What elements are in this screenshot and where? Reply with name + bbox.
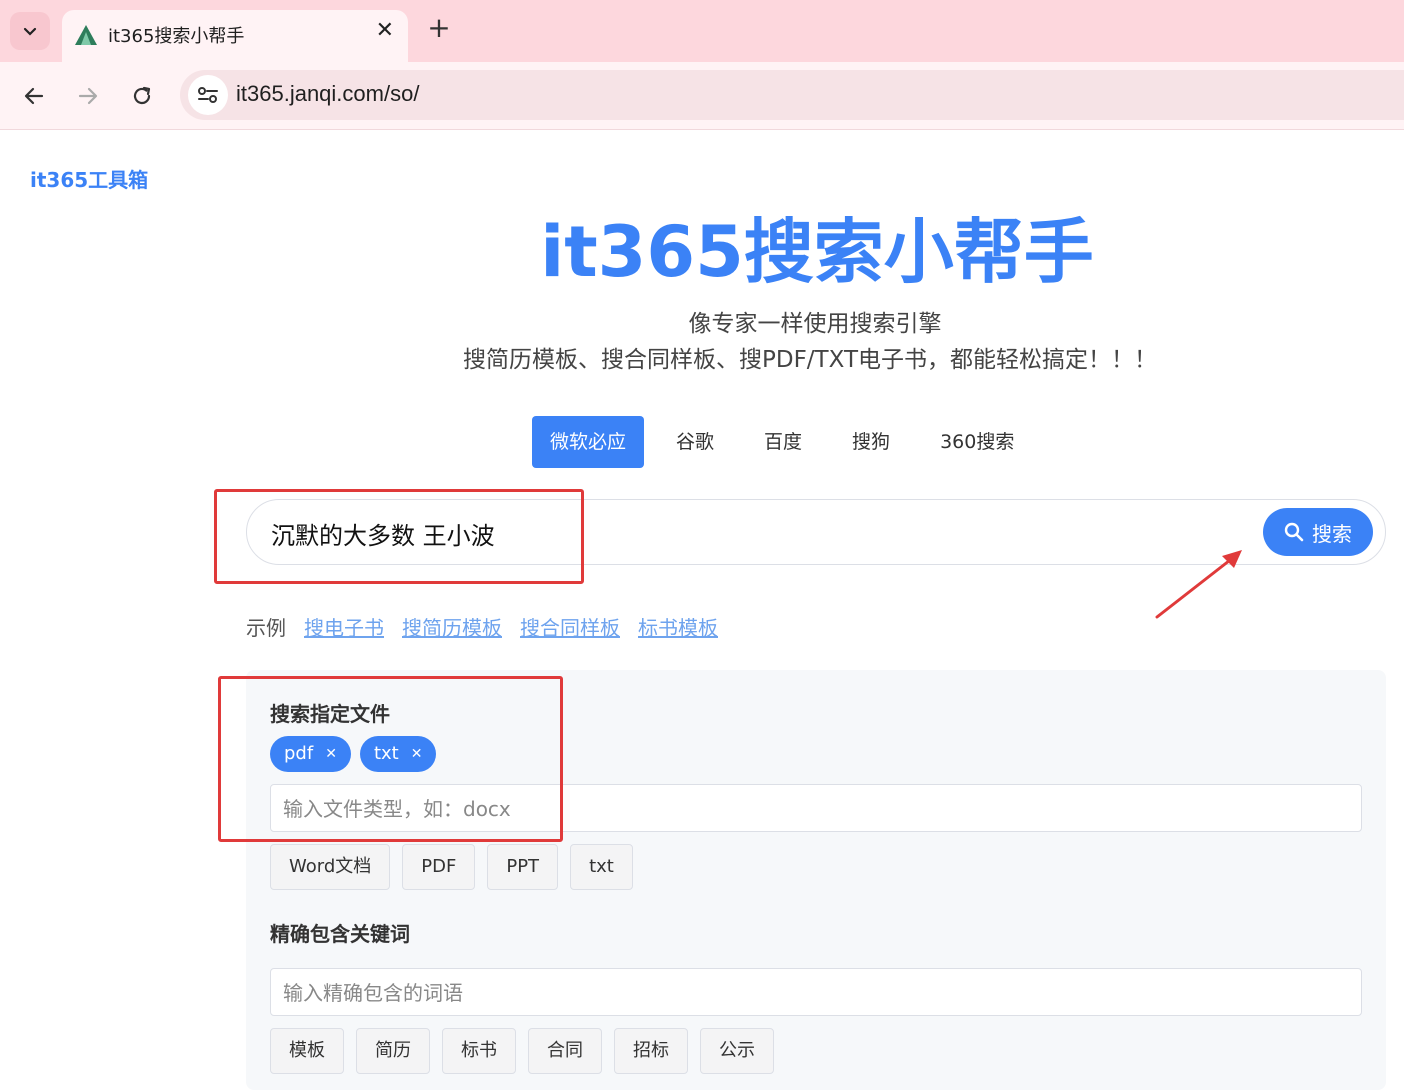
- option-ppt[interactable]: PPT: [487, 844, 559, 890]
- option-txt[interactable]: txt: [570, 844, 633, 890]
- close-tab-icon[interactable]: ✕: [376, 20, 394, 42]
- browser-tab[interactable]: it365搜索小帮手 ✕: [62, 10, 408, 62]
- keyword-input[interactable]: [283, 978, 1323, 1008]
- address-bar[interactable]: it365.janqi.com/so/: [180, 70, 1404, 120]
- examples-label: 示例: [246, 616, 286, 640]
- keyword-option[interactable]: 招标: [614, 1028, 688, 1074]
- browser-toolbar: it365.janqi.com/so/: [0, 62, 1404, 130]
- reload-button[interactable]: [124, 78, 160, 114]
- engine-tab-bing[interactable]: 微软必应: [532, 416, 645, 468]
- engine-tab-google[interactable]: 谷歌: [658, 416, 732, 468]
- option-pdf[interactable]: PDF: [402, 844, 476, 890]
- annotation-arrow-icon: [1155, 550, 1242, 619]
- tab-title: it365搜索小帮手: [108, 26, 245, 47]
- chevron-down-icon: [23, 27, 37, 36]
- keyword-option[interactable]: 合同: [528, 1028, 602, 1074]
- reload-icon: [133, 86, 151, 105]
- new-tab-button[interactable]: +: [424, 14, 454, 44]
- example-link-bid[interactable]: 标书模板: [638, 612, 718, 641]
- search-button[interactable]: 搜索: [1263, 508, 1373, 556]
- engine-tab-360[interactable]: 360搜索: [922, 416, 1032, 468]
- example-link-contract[interactable]: 搜合同样板: [520, 612, 620, 641]
- site-logo-icon: [75, 25, 97, 45]
- example-link-ebook[interactable]: 搜电子书: [304, 612, 384, 641]
- page-title: it365搜索小帮手: [540, 211, 1094, 293]
- arrow-left-icon: [24, 87, 44, 105]
- search-engine-tabs: 微软必应 谷歌 百度 搜狗 360搜索: [532, 416, 1046, 468]
- subtitle-line1: 像专家一样使用搜索引擎: [688, 311, 942, 337]
- brand-link[interactable]: it365工具箱: [30, 164, 148, 193]
- search-icon: [1284, 522, 1304, 542]
- back-button[interactable]: [16, 78, 52, 114]
- url-text: it365.janqi.com/so/: [236, 81, 420, 106]
- tab-search-button[interactable]: [10, 12, 50, 50]
- arrow-right-icon: [78, 87, 98, 105]
- keyword-filter-title: 精确包含关键词: [270, 922, 410, 946]
- tune-icon: [198, 87, 218, 103]
- option-word[interactable]: Word文档: [270, 844, 391, 890]
- engine-tab-baidu[interactable]: 百度: [746, 416, 820, 468]
- examples-row: 示例 搜电子书 搜简历模板 搜合同样板 标书模板: [246, 612, 736, 641]
- site-info-button[interactable]: [188, 75, 228, 115]
- keyword-option[interactable]: 简历: [356, 1028, 430, 1074]
- search-button-label: 搜索: [1312, 521, 1352, 546]
- keyword-options: 模板 简历 标书 合同 招标 公示: [270, 1028, 786, 1074]
- file-type-options: Word文档 PDF PPT txt: [270, 844, 645, 890]
- engine-tab-sogou[interactable]: 搜狗: [834, 416, 908, 468]
- annotation-box-filetype: [218, 676, 563, 842]
- example-link-resume[interactable]: 搜简历模板: [402, 612, 502, 641]
- forward-button[interactable]: [70, 78, 106, 114]
- annotation-box-search: [214, 489, 584, 584]
- keyword-option[interactable]: 模板: [270, 1028, 344, 1074]
- keyword-option[interactable]: 公示: [700, 1028, 774, 1074]
- subtitle-line2: 搜简历模板、搜合同样板、搜PDF/TXT电子书，都能轻松搞定！！！: [462, 347, 1157, 373]
- browser-tab-bar: it365搜索小帮手 ✕ +: [0, 0, 1404, 62]
- keyword-option[interactable]: 标书: [442, 1028, 516, 1074]
- keyword-field: [270, 968, 1362, 1016]
